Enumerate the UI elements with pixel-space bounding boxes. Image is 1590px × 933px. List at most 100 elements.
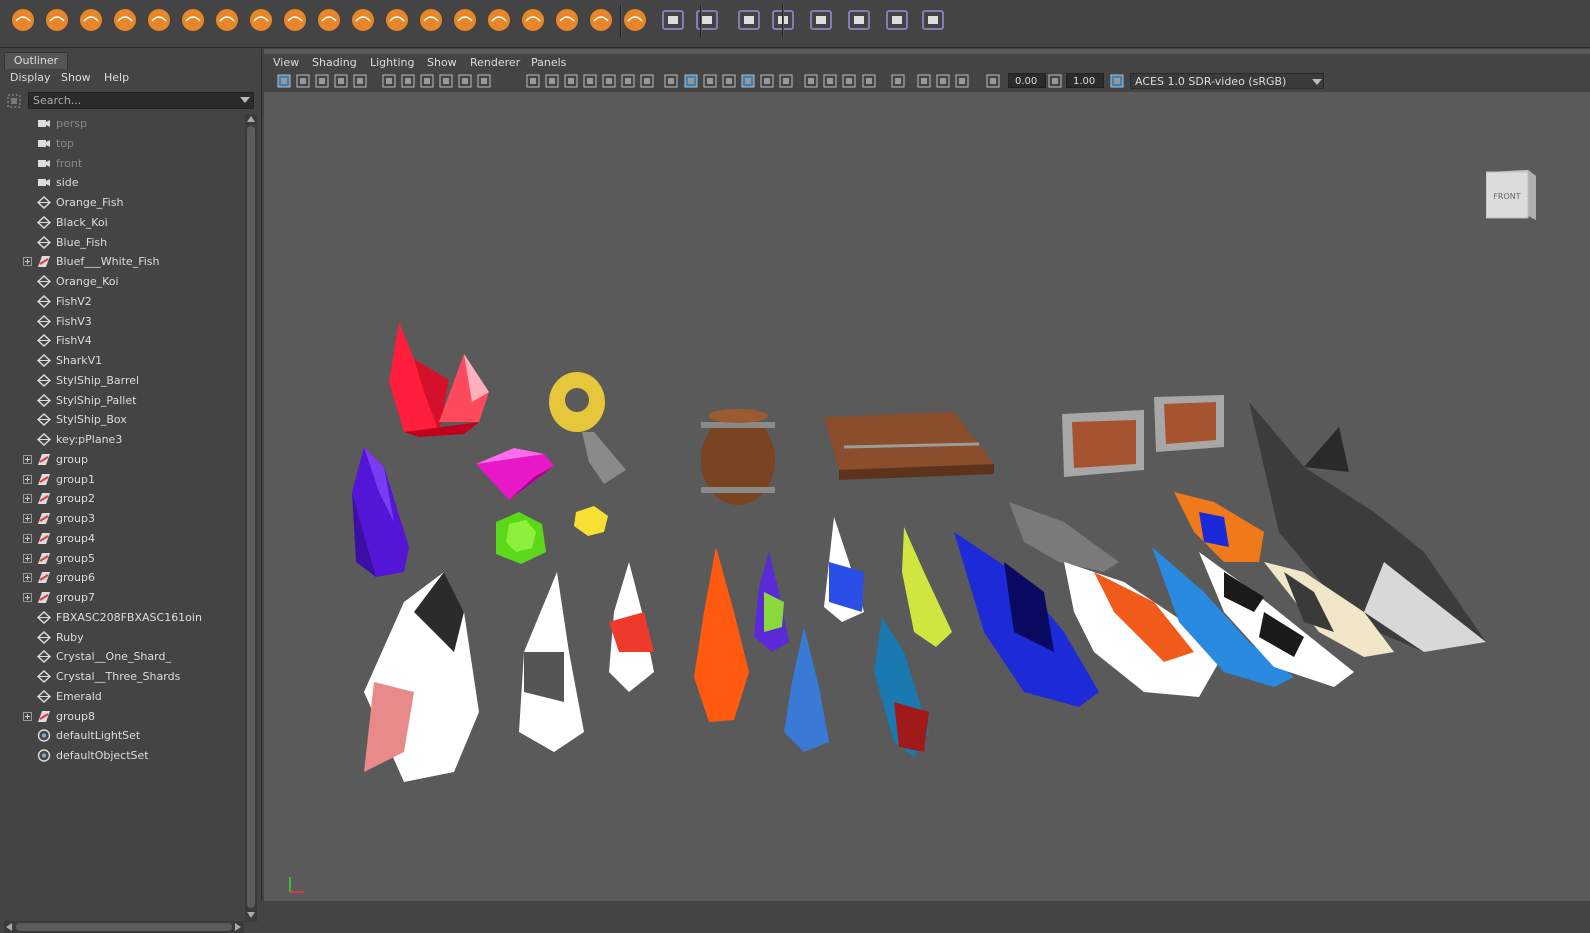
outliner-item[interactable]: defaultLightSet xyxy=(0,726,244,746)
lights-icon[interactable] xyxy=(760,74,774,88)
panel-menu-lighting[interactable]: Lighting xyxy=(370,56,414,69)
field-chart-icon[interactable] xyxy=(545,74,559,88)
isolate-select-icon[interactable] xyxy=(891,74,905,88)
wireframe-on-shaded-icon[interactable] xyxy=(722,74,736,88)
box-model[interactable] xyxy=(1062,395,1224,477)
outliner-item[interactable]: FBXASC208FBXASC161oin xyxy=(0,608,244,628)
crystal-three-shards-model[interactable] xyxy=(389,322,489,437)
expand-icon[interactable] xyxy=(23,711,32,721)
emerald-model[interactable] xyxy=(496,512,546,564)
scroll-left-icon[interactable] xyxy=(6,923,12,931)
camera-view-icon[interactable] xyxy=(736,7,762,33)
2d-pan-icon[interactable] xyxy=(353,74,367,88)
outliner-vertical-scrollbar[interactable] xyxy=(245,114,257,922)
cylinder-icon[interactable] xyxy=(78,7,104,33)
outliner-item[interactable]: Blue_Fish xyxy=(0,233,244,253)
panel-menu-shading[interactable]: Shading xyxy=(312,56,357,69)
prism-icon[interactable] xyxy=(316,7,342,33)
expand-icon[interactable] xyxy=(23,593,32,602)
horizontal-scroll-thumb[interactable] xyxy=(16,923,232,931)
eraser-icon[interactable] xyxy=(920,7,946,33)
gamma-icon[interactable] xyxy=(1048,74,1062,88)
outliner-search-input[interactable]: Search... xyxy=(28,92,254,109)
camera-attributes-icon[interactable] xyxy=(296,74,310,88)
expand-icon[interactable] xyxy=(23,533,32,543)
soccer-ball-icon[interactable] xyxy=(452,7,478,33)
plane-icon[interactable] xyxy=(180,7,206,33)
outliner-item[interactable]: group3 xyxy=(0,509,244,529)
xray-active-icon[interactable] xyxy=(936,74,950,88)
outliner-item[interactable]: Orange_Fish xyxy=(0,193,244,213)
helix-icon[interactable] xyxy=(384,7,410,33)
xray-joints-icon[interactable] xyxy=(917,74,931,88)
outliner-item[interactable]: Ruby xyxy=(0,628,244,648)
safe-action-icon[interactable] xyxy=(564,74,578,88)
outliner-item[interactable]: Crystal__Three_Shards xyxy=(0,667,244,687)
shade-wire-icon[interactable] xyxy=(703,74,717,88)
camera-icon-btn[interactable] xyxy=(401,74,415,88)
scroll-right-icon[interactable] xyxy=(235,923,241,931)
uv-icon[interactable] xyxy=(808,7,834,33)
exposure-icon[interactable] xyxy=(986,74,1000,88)
spike-icon[interactable] xyxy=(554,7,580,33)
outliner-item[interactable]: StylShip_Barrel xyxy=(0,371,244,391)
ambient-occlusion-icon[interactable] xyxy=(804,74,818,88)
outliner-item[interactable]: StylShip_Box xyxy=(0,410,244,430)
snowflake-icon[interactable] xyxy=(660,7,686,33)
barrel-model[interactable] xyxy=(701,409,775,505)
pallet-model[interactable] xyxy=(824,412,994,480)
grid-icon[interactable] xyxy=(526,74,540,88)
expand-icon[interactable] xyxy=(23,454,32,464)
expand-icon[interactable] xyxy=(23,553,32,563)
anti-alias-icon[interactable] xyxy=(842,74,856,88)
expand-icon[interactable] xyxy=(23,494,32,504)
outliner-item[interactable]: top xyxy=(0,134,244,154)
outliner-item[interactable]: group xyxy=(0,450,244,470)
outliner-item[interactable]: group1 xyxy=(0,470,244,490)
grease-pencil-icon[interactable] xyxy=(382,74,396,88)
disc-icon[interactable] xyxy=(214,7,240,33)
outliner-menu-show[interactable]: Show xyxy=(61,71,91,84)
expand-icon[interactable] xyxy=(23,257,32,267)
vertical-scroll-thumb[interactable] xyxy=(247,126,255,908)
panel-menu-show[interactable]: Show xyxy=(427,56,457,69)
outliner-item[interactable]: group2 xyxy=(0,489,244,509)
outliner-menu-display[interactable]: Display xyxy=(10,71,51,84)
color-management-icon[interactable] xyxy=(1110,74,1124,88)
safe-title-icon[interactable] xyxy=(583,74,597,88)
scroll-down-icon[interactable] xyxy=(247,912,255,918)
outliner-item[interactable]: StylShip_Pallet xyxy=(0,391,244,411)
outliner-item[interactable]: defaultObjectSet xyxy=(0,746,244,766)
outliner-item[interactable]: group8 xyxy=(0,707,244,727)
ruby-model[interactable] xyxy=(476,448,554,500)
3d-viewport[interactable]: FRONT xyxy=(264,92,1590,901)
grid-icon[interactable] xyxy=(694,7,720,33)
outliner-horizontal-scrollbar[interactable] xyxy=(4,921,244,933)
superellipse-icon[interactable] xyxy=(486,7,512,33)
sun-icon[interactable] xyxy=(622,7,648,33)
shark-model[interactable] xyxy=(1249,402,1486,652)
key-model[interactable] xyxy=(549,372,626,484)
color-space-dropdown-icon[interactable] xyxy=(1312,79,1322,85)
depth-of-field-icon[interactable] xyxy=(862,74,876,88)
search-dropdown-icon[interactable] xyxy=(240,97,250,103)
outliner-tab[interactable]: Outliner xyxy=(4,52,68,69)
text-icon[interactable] xyxy=(640,74,654,88)
outliner-item[interactable]: persp xyxy=(0,114,244,134)
bookmark-icon[interactable] xyxy=(420,74,434,88)
gate-mask-icon[interactable] xyxy=(477,74,491,88)
outliner-item[interactable]: FishV4 xyxy=(0,331,244,351)
resolution-gate-icon[interactable] xyxy=(458,74,472,88)
outliner-item[interactable]: SharkV1 xyxy=(0,351,244,371)
filter-icon[interactable] xyxy=(6,93,22,109)
sphere-icon[interactable] xyxy=(10,7,36,33)
outliner-item[interactable]: Emerald xyxy=(0,687,244,707)
exposure-field[interactable]: 0.00 xyxy=(1008,73,1046,88)
panel-menu-panels[interactable]: Panels xyxy=(531,56,566,69)
outliner-item[interactable]: side xyxy=(0,173,244,193)
outliner-item[interactable]: front xyxy=(0,154,244,174)
texture-icon[interactable] xyxy=(955,74,969,88)
outliner-item[interactable]: group6 xyxy=(0,568,244,588)
outliner-menu-help[interactable]: Help xyxy=(104,71,129,84)
outliner-item[interactable]: Black_Koi xyxy=(0,213,244,233)
